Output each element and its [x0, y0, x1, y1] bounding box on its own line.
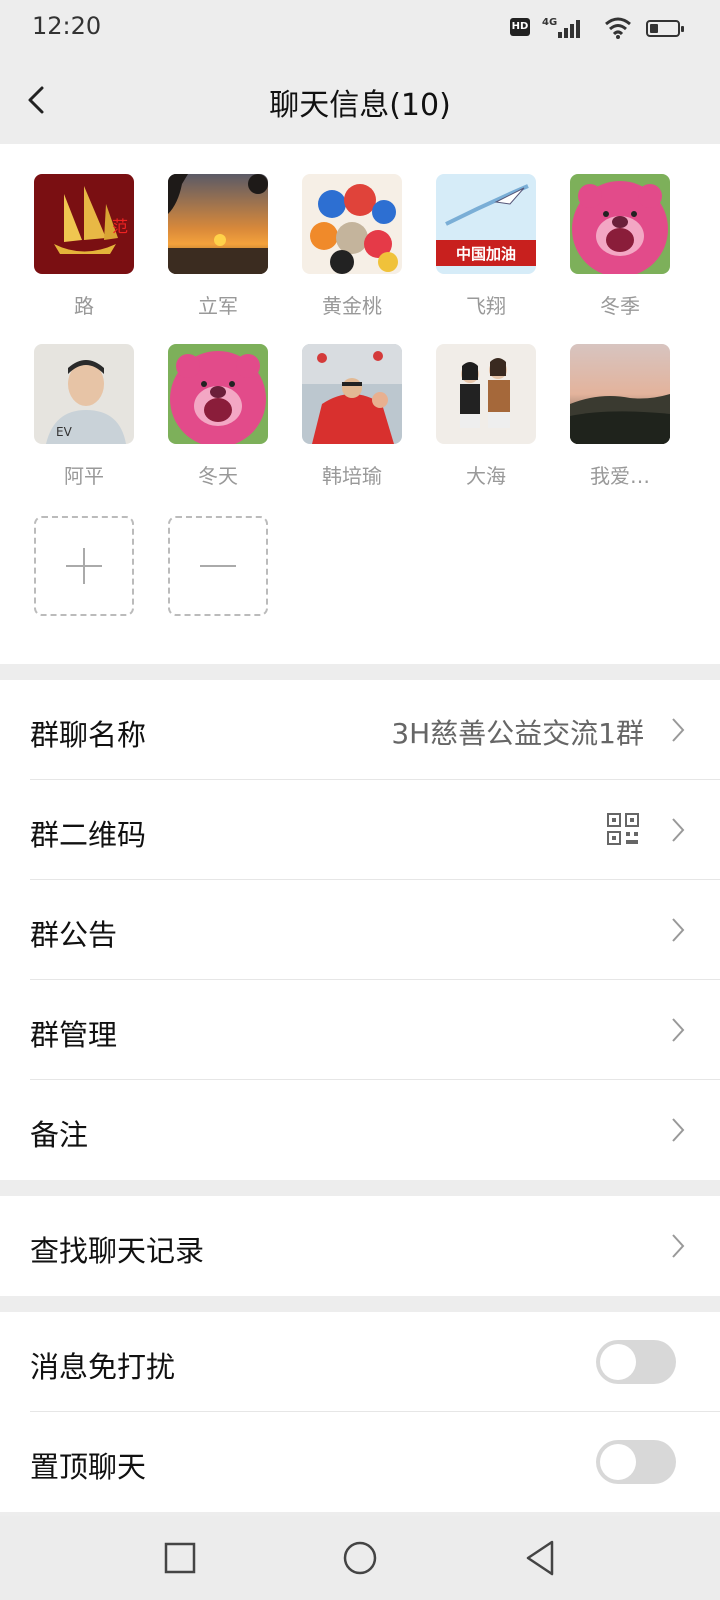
group-name-value: 3H慈善公益交流1群: [391, 717, 644, 750]
group-qr-row[interactable]: 群二维码: [0, 780, 720, 880]
chevron-right-icon: [672, 1234, 685, 1258]
golden-ship-avatar: 范: [34, 174, 134, 274]
system-nav-bar: [0, 1516, 720, 1600]
mute-toggle[interactable]: [596, 1340, 676, 1384]
signal-icon: 4G: [542, 17, 580, 38]
pin-row: 置顶聊天: [0, 1412, 720, 1512]
pink-bear-avatar: [570, 174, 670, 277]
mountain-dusk-avatar: [570, 344, 670, 444]
svg-text:范: 范: [112, 217, 128, 236]
chevron-right-icon: [672, 718, 685, 742]
status-bar: 12:20 HD 4G: [0, 0, 720, 56]
status-icons: HD 4G: [480, 16, 684, 40]
group-qr-label: 群二维码: [30, 818, 147, 852]
member-item[interactable]: 冬天: [158, 344, 278, 489]
search-history-label: 查找聊天记录: [30, 1234, 205, 1268]
member-item[interactable]: EV 阿平: [24, 344, 144, 489]
member-name: 韩培瑜: [322, 464, 382, 488]
member-name: 冬季: [600, 294, 640, 318]
group-manage-row[interactable]: 群管理: [0, 980, 720, 1080]
group-name-row[interactable]: 群聊名称 3H慈善公益交流1群: [0, 680, 720, 780]
toggle-section: 消息免打扰 置顶聊天: [0, 1312, 720, 1512]
member-name: 阿平: [64, 464, 104, 488]
two-girls-avatar: [436, 344, 536, 444]
member-item[interactable]: 立军: [158, 174, 278, 319]
member-name: 黄金桃: [322, 294, 382, 318]
group-notice-label: 群公告: [30, 918, 118, 952]
page-title: 聊天信息(10): [269, 88, 451, 123]
chevron-right-icon: [672, 1018, 685, 1042]
plush-toys-avatar: [302, 174, 402, 274]
remark-label: 备注: [30, 1118, 89, 1152]
battery-level: [650, 24, 658, 33]
status-time: 12:20: [32, 12, 102, 40]
member-item[interactable]: 大海: [426, 344, 546, 489]
toggle-knob: [600, 1344, 636, 1380]
member-name: 路: [74, 294, 94, 318]
wifi-icon: [605, 17, 631, 39]
member-name: 大海: [466, 464, 506, 488]
home-button[interactable]: [340, 1538, 380, 1578]
member-name: 飞翔: [466, 294, 506, 318]
group-manage-label: 群管理: [30, 1018, 118, 1052]
sunset-avatar: [168, 174, 268, 274]
jet-china-avatar: 中国加油: [436, 174, 536, 274]
qr-code-icon: [607, 813, 639, 845]
avatar-badge-text: 中国加油: [456, 245, 516, 263]
search-section: 查找聊天记录: [0, 1196, 720, 1296]
group-name-label: 群聊名称: [30, 718, 147, 752]
pin-toggle[interactable]: [596, 1440, 676, 1484]
group-settings-section: 群聊名称 3H慈善公益交流1群 群二维码 群公告 群管理 备注: [0, 680, 720, 1180]
member-item[interactable]: 范 路: [24, 174, 144, 319]
mute-row: 消息免打扰: [0, 1312, 720, 1412]
pin-label: 置顶聊天: [30, 1450, 147, 1484]
hd-icon: HD: [510, 18, 530, 36]
member-name: 立军: [198, 294, 238, 318]
system-back-button[interactable]: [520, 1538, 560, 1578]
chevron-right-icon: [672, 1118, 685, 1142]
network-type: 4G: [542, 17, 557, 28]
member-item[interactable]: 冬季: [560, 174, 680, 319]
recents-button[interactable]: [160, 1538, 200, 1578]
member-name: 我爱…: [590, 464, 650, 488]
member-item[interactable]: 黄金桃: [292, 174, 412, 319]
remark-row[interactable]: 备注: [0, 1080, 720, 1180]
member-item[interactable]: 中国加油 飞翔: [426, 174, 546, 319]
member-item[interactable]: 韩培瑜: [292, 344, 412, 489]
member-item[interactable]: 我爱…: [560, 344, 680, 489]
member-grid: 范 路 立军 黄金桃 中国加油 飞翔 冬季 EV 阿平 冬天 韩培瑜 大海 我爱…: [0, 144, 720, 664]
member-name: 冬天: [198, 464, 238, 488]
plus-icon: [66, 548, 102, 584]
remove-member-button[interactable]: [168, 516, 268, 616]
svg-text:EV: EV: [56, 425, 73, 439]
chevron-right-icon: [672, 918, 685, 942]
toggle-knob: [600, 1444, 636, 1480]
add-member-button[interactable]: [34, 516, 134, 616]
battery-icon: [646, 20, 684, 37]
chevron-right-icon: [672, 818, 685, 842]
man-photo-avatar: EV: [34, 344, 134, 444]
group-notice-row[interactable]: 群公告: [0, 880, 720, 980]
search-history-row[interactable]: 查找聊天记录: [0, 1196, 720, 1296]
pink-bear-avatar: [168, 344, 268, 447]
mute-label: 消息免打扰: [30, 1350, 176, 1384]
festival-photo-avatar: [302, 344, 402, 444]
nav-bar: 聊天信息(10): [0, 56, 720, 144]
minus-icon: [200, 565, 236, 567]
